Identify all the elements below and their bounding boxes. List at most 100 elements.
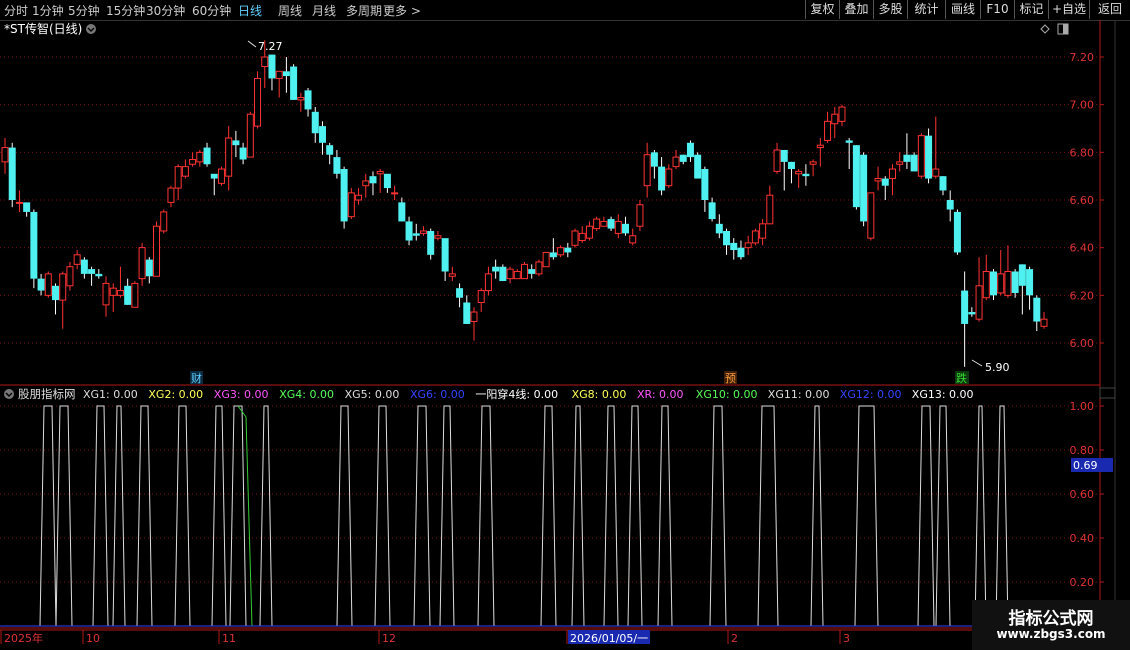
candle-down	[304, 90, 312, 110]
candle-down	[282, 71, 290, 77]
period-tab-7[interactable]: 周线	[278, 2, 302, 19]
period-tab-1[interactable]: 1分钟	[32, 2, 64, 19]
title-dropdown-icon[interactable]	[86, 24, 96, 34]
period-tab-6[interactable]: 日线	[238, 2, 262, 19]
candle-down	[232, 140, 240, 146]
indicator-legend-item: XG13: 0.00	[912, 388, 974, 401]
candle-down	[145, 259, 153, 277]
x-tick-label: 2	[731, 632, 738, 645]
period-tab-5[interactable]: 60分钟	[192, 2, 231, 19]
candle-up	[773, 149, 781, 172]
x-tick-label: 3	[843, 632, 850, 645]
period-tab-4[interactable]: 30分钟	[146, 2, 185, 19]
watermark-title: 指标公式网	[1008, 609, 1094, 629]
signal-pulse	[336, 405, 353, 627]
signal-pulse	[174, 405, 191, 627]
candle-up	[419, 230, 427, 234]
toolbar-button-5[interactable]: F10	[980, 0, 1014, 19]
candle-up	[217, 168, 225, 184]
candle-down	[708, 202, 716, 220]
kline-chart[interactable]: *ST传智(日线) 7.20 7.00 6.80 6.60 6.40 6.20 6.00 1…	[0, 20, 1130, 650]
watermark-url: www.zbgs3.com	[996, 627, 1106, 641]
toolbar-button-1[interactable]: 叠加	[839, 0, 873, 19]
x-tick-label: 12	[382, 632, 396, 645]
candle-up	[643, 154, 651, 187]
candle-up	[66, 266, 74, 287]
period-tab-0[interactable]: 分时	[4, 2, 28, 19]
candle-down	[463, 302, 471, 324]
candle-up	[434, 235, 442, 239]
candle-down	[607, 219, 615, 229]
toolbar-button-0[interactable]: 复权	[805, 0, 839, 19]
candle-up	[484, 273, 492, 292]
period-tab-8[interactable]: 月线	[312, 2, 336, 19]
signal-pulse	[374, 405, 391, 627]
toolbar-button-6[interactable]: 标记	[1014, 0, 1048, 19]
signal-pulse	[917, 405, 935, 627]
indicator-legend-item: XG11: 0.00	[768, 388, 830, 401]
marker-forecast[interactable]: 预	[725, 372, 736, 385]
signal-pulse	[92, 405, 109, 627]
candlestick-series	[1, 40, 1048, 367]
period-tab-3[interactable]: 15分钟	[106, 2, 145, 19]
candle-down	[549, 252, 557, 258]
date-axis: 2025年 10 11 12 2026/01/05/一 2 3	[0, 630, 850, 645]
candle-up	[1004, 271, 1012, 296]
candle-up	[795, 170, 803, 175]
marker-drop[interactable]: 跌	[956, 371, 967, 385]
candle-up	[997, 273, 1005, 294]
high-price-label: 7.27	[258, 40, 283, 53]
candle-up	[975, 285, 983, 320]
marker-finance[interactable]: 财	[191, 371, 202, 385]
period-tab-2[interactable]: 5分钟	[68, 2, 100, 19]
candle-down	[369, 176, 377, 184]
candle-down	[333, 157, 341, 174]
candle-down	[203, 147, 211, 165]
candle-down	[802, 173, 810, 177]
candle-down	[650, 152, 658, 167]
candle-down	[787, 161, 795, 170]
diamond-icon[interactable]	[1040, 24, 1050, 34]
candle-up	[600, 220, 608, 227]
candle-up	[636, 204, 644, 227]
indicator-window-icon[interactable]	[1099, 387, 1116, 399]
candle-up	[535, 261, 543, 275]
y-tick-label: 6.00	[1070, 337, 1095, 350]
x-tick-label: 2026/01/05/一	[570, 632, 648, 645]
candle-down	[398, 202, 406, 222]
signal-pulse	[810, 405, 824, 627]
indicator-dropdown-icon[interactable]	[4, 389, 14, 399]
candle-down	[95, 273, 103, 277]
period-tab-9[interactable]: 多周期	[346, 2, 382, 19]
toolbar-button-8[interactable]: 返回	[1089, 0, 1130, 19]
candle-down	[30, 211, 38, 279]
candle-down	[622, 223, 630, 234]
indicator-legend-item: 一阳穿4线: 0.00	[475, 387, 558, 401]
y-tick-label: 0.60	[1070, 488, 1095, 501]
candle-up	[571, 230, 579, 246]
signal-pulse	[657, 405, 673, 627]
x-tick-label: 10	[86, 632, 100, 645]
candle-up	[391, 192, 399, 195]
candle-down	[499, 266, 507, 282]
candle-down	[456, 288, 464, 298]
toolbar-button-4[interactable]: 画线	[945, 0, 980, 19]
toolbar-button-3[interactable]: 统计	[907, 0, 945, 19]
candle-down	[318, 126, 326, 143]
candle-down	[412, 233, 420, 236]
candle-down	[903, 154, 911, 162]
candle-up	[766, 194, 774, 225]
period-tab-10[interactable]: 更多 >	[383, 2, 421, 19]
y-tick-label: 1.00	[1070, 400, 1095, 413]
candle-down	[953, 211, 961, 253]
candle-down	[845, 140, 853, 143]
toolbar-button-7[interactable]: +自选	[1048, 0, 1089, 19]
signal-pulse	[477, 405, 495, 627]
candle-down	[852, 145, 860, 208]
toolbar-button-2[interactable]: 多股	[873, 0, 907, 19]
candle-up	[513, 271, 521, 280]
candle-up	[542, 251, 550, 268]
signal-pulse	[229, 405, 247, 627]
candle-up	[932, 168, 940, 177]
candle-up	[362, 180, 370, 187]
